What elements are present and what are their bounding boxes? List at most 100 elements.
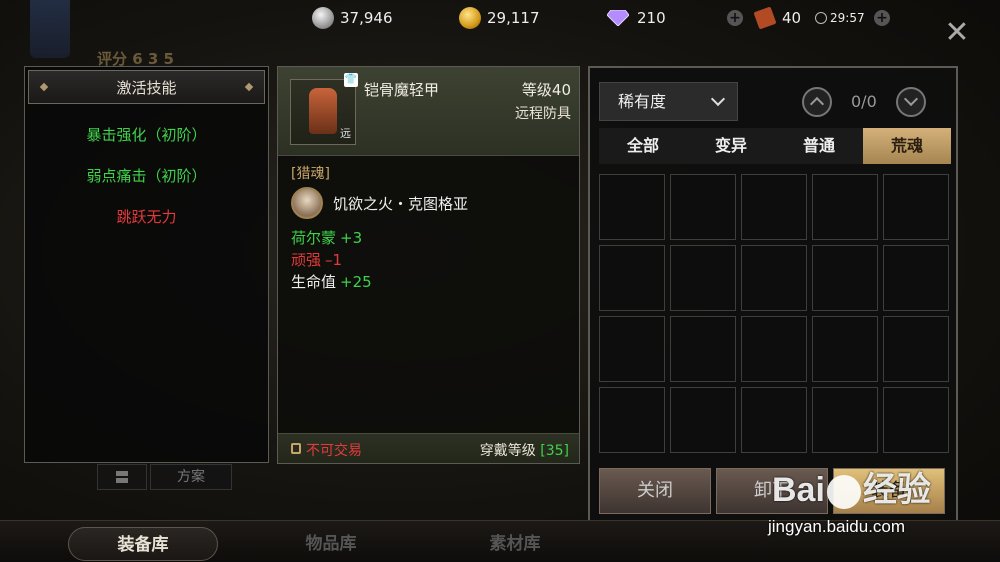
soul-inventory-panel: 稀有度 0/0 全部 变异 普通 荒魂 关闭 卸下 装备 — [588, 66, 958, 525]
inventory-slot[interactable] — [670, 245, 736, 311]
chevron-up-icon — [809, 96, 825, 112]
close-icon[interactable]: ✕ — [942, 18, 972, 48]
panel-title: 激活技能 — [116, 78, 177, 97]
stat-value: –1 — [325, 251, 343, 269]
clock-icon — [815, 12, 827, 24]
stat-name: 生命值 — [291, 273, 337, 291]
stat-line: 荷尔蒙 +3 — [291, 227, 362, 248]
baidu-watermark: Bai 经验 — [772, 462, 931, 511]
stat-name: 荷尔蒙 — [291, 229, 337, 247]
armor-icon — [309, 88, 337, 134]
item-level: 等级40 — [521, 81, 571, 99]
nav-items[interactable]: 物品库 — [256, 527, 406, 561]
wear-level-value: [35] — [540, 443, 569, 459]
stat-line: 生命值 +25 — [291, 271, 372, 292]
plus-icon: + — [874, 10, 890, 26]
inventory-slot[interactable] — [741, 174, 807, 240]
rarity-label: 稀有度 — [618, 92, 667, 111]
page-indicator: 0/0 — [851, 92, 877, 111]
filter-tabs: 全部 变异 普通 荒魂 — [599, 128, 951, 164]
inventory-slot[interactable] — [741, 316, 807, 382]
inventory-slot[interactable] — [599, 245, 665, 311]
silver-coin-icon — [312, 7, 334, 29]
wear-label: 穿戴等级 — [479, 443, 536, 459]
inventory-slot[interactable] — [741, 245, 807, 311]
inventory-grid — [599, 174, 949, 453]
ranged-badge: 远 — [340, 127, 351, 140]
item-footer: 不可交易 穿戴等级 [35] — [278, 433, 579, 463]
skill-item: 弱点痛击（初阶） — [86, 167, 207, 185]
paw-icon — [826, 475, 861, 510]
inventory-slot[interactable] — [670, 387, 736, 453]
watermark-suffix: 经验 — [862, 471, 931, 509]
inventory-slot[interactable] — [670, 316, 736, 382]
gold-resource: 29,117 — [459, 6, 540, 30]
trade-status: 不可交易 — [306, 443, 362, 459]
ticket-amount: 40 — [782, 9, 802, 27]
add-ticket-button[interactable]: + — [874, 6, 890, 30]
stat-line: 顽强 –1 — [291, 249, 342, 270]
close-button[interactable]: 关闭 — [599, 468, 711, 514]
tab-normal[interactable]: 普通 — [775, 128, 863, 164]
ticket-resource: 40 — [753, 6, 802, 30]
stat-name: 顽强 — [291, 251, 322, 269]
item-type: 远程防具 — [515, 106, 571, 122]
inventory-slot[interactable] — [883, 316, 949, 382]
soul-name: 饥欲之火・克图格亚 — [333, 194, 469, 213]
equipped-shirt-icon: 👕 — [344, 73, 358, 87]
inventory-slot[interactable] — [599, 174, 665, 240]
item-name: 铠骨魔轻甲 — [364, 81, 440, 99]
skill-item: 暴击强化（初阶） — [86, 126, 207, 144]
stat-value: +25 — [340, 273, 372, 291]
tab-all[interactable]: 全部 — [599, 128, 687, 164]
tab-mutated[interactable]: 变异 — [687, 128, 775, 164]
add-diamond-button[interactable]: + — [727, 6, 743, 30]
diamond-icon — [607, 10, 629, 26]
soul-portrait — [291, 187, 323, 219]
sort-up-button[interactable] — [802, 87, 832, 117]
resource-bar: 37,946 29,117 210 + 40 29:57 + — [0, 0, 1000, 36]
inventory-slot[interactable] — [883, 245, 949, 311]
ticket-icon — [753, 6, 777, 30]
nav-equipment[interactable]: 装备库 — [68, 527, 218, 561]
scheme-button[interactable]: 方案 — [150, 464, 232, 490]
skill-item: 跳跃无力 — [116, 208, 177, 226]
inventory-slot[interactable] — [599, 387, 665, 453]
grid-view-button[interactable] — [97, 464, 147, 490]
wear-level: 穿戴等级 [35] — [480, 440, 569, 460]
tab-wild-soul[interactable]: 荒魂 — [863, 128, 951, 164]
watermark-url: jingyan.baidu.com — [768, 517, 906, 536]
sort-down-button[interactable] — [896, 87, 926, 117]
inventory-slot[interactable] — [599, 316, 665, 382]
silver-amount: 37,946 — [340, 9, 393, 27]
soul-row: 饥欲之火・克图格亚 — [291, 187, 468, 219]
activated-skills-panel: 激活技能 暴击强化（初阶） 弱点痛击（初阶） 跳跃无力 — [24, 66, 269, 463]
rarity-dropdown[interactable]: 稀有度 — [599, 82, 738, 121]
diamond-ornament-icon — [244, 82, 254, 92]
inventory-slot[interactable] — [883, 387, 949, 453]
silver-resource: 37,946 — [312, 6, 393, 30]
grid-icon — [116, 471, 128, 483]
nav-materials[interactable]: 素材库 — [440, 527, 590, 561]
inventory-slot[interactable] — [670, 174, 736, 240]
inventory-slot[interactable] — [741, 387, 807, 453]
item-detail-panel: 远 👕 铠骨魔轻甲 等级40 远程防具 [猎魂] 饥欲之火・克图格亚 荷尔蒙 +3… — [277, 66, 580, 464]
inventory-slot[interactable] — [812, 174, 878, 240]
item-tag: [猎魂] — [291, 166, 330, 182]
gold-amount: 29,117 — [487, 9, 540, 27]
stat-value: +3 — [340, 229, 363, 247]
inventory-slot[interactable] — [812, 387, 878, 453]
diamond-ornament-icon — [39, 82, 49, 92]
inventory-slot[interactable] — [883, 174, 949, 240]
timer-text: 29:57 — [830, 11, 865, 25]
item-icon-slot[interactable]: 远 — [290, 79, 356, 145]
inventory-slot[interactable] — [812, 245, 878, 311]
lock-icon — [291, 443, 301, 454]
gold-coin-icon — [459, 7, 481, 29]
chevron-down-icon — [903, 91, 919, 107]
inventory-slot[interactable] — [812, 316, 878, 382]
plus-icon: + — [727, 10, 743, 26]
chevron-down-icon — [710, 91, 726, 107]
diamond-amount: 210 — [637, 9, 666, 27]
ticket-timer: 29:57 — [815, 6, 865, 30]
